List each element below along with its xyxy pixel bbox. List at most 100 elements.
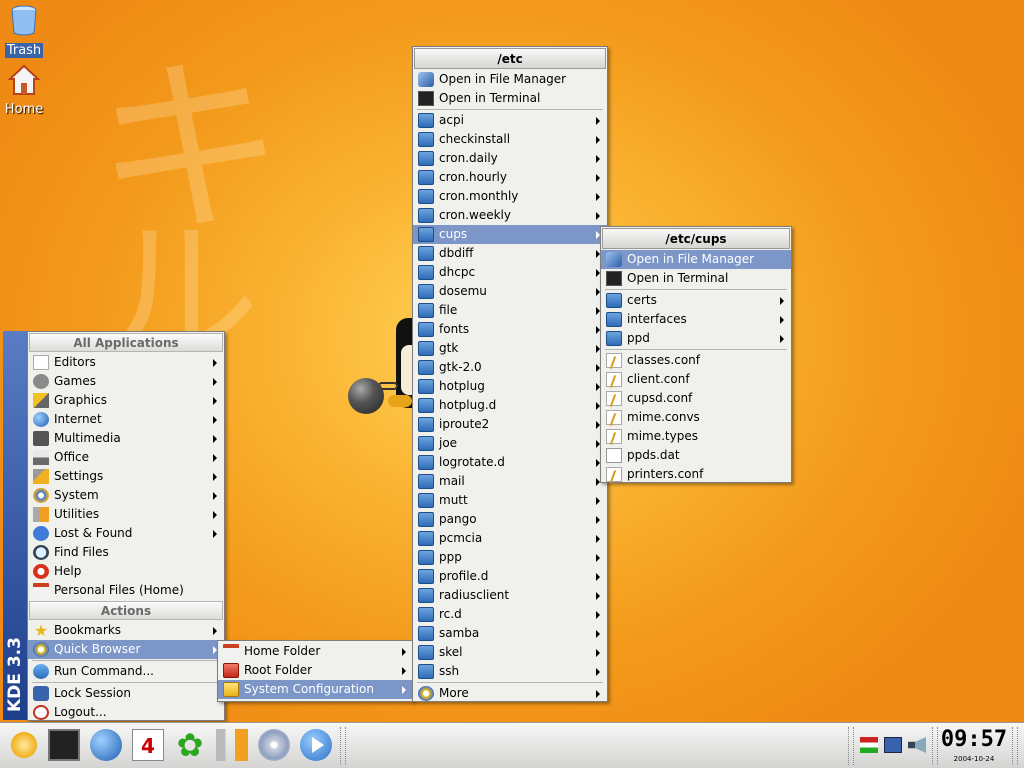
menu-label: Utilities [54, 507, 100, 521]
file-item-mime-convs[interactable]: mime.convs [601, 408, 791, 427]
panel-handle[interactable] [932, 727, 938, 765]
file-item-ppds-dat[interactable]: ppds.dat [601, 446, 791, 465]
menu-item-lost-and-found[interactable]: Lost & Found [28, 524, 224, 543]
folder-item-dbdiff[interactable]: dbdiff [413, 244, 607, 263]
panel-handle[interactable] [848, 727, 854, 765]
clock[interactable]: 09:57 [940, 727, 1008, 753]
folder-item-pcmcia[interactable]: pcmcia [413, 529, 607, 548]
folder-item-samba[interactable]: samba [413, 624, 607, 643]
folder-item-checkinstall[interactable]: checkinstall [413, 130, 607, 149]
folder-item-pango[interactable]: pango [413, 510, 607, 529]
folder-item-file[interactable]: file [413, 301, 607, 320]
folder-item-joe[interactable]: joe [413, 434, 607, 453]
submenu-arrow-icon [213, 530, 217, 538]
folder-icon [418, 341, 434, 356]
folder-item-gtk[interactable]: gtk [413, 339, 607, 358]
volume-icon[interactable] [908, 737, 926, 753]
folder-icon [418, 626, 434, 641]
submenu-arrow-icon [596, 668, 600, 676]
desktop-icon-home[interactable]: Home [0, 64, 48, 117]
menu-item-graphics[interactable]: Graphics [28, 391, 224, 410]
folder-item-cron-daily[interactable]: cron.daily [413, 149, 607, 168]
cups-open-file-manager[interactable]: Open in File Manager [601, 250, 791, 269]
folder-item-fonts[interactable]: fonts [413, 320, 607, 339]
menu-item-office[interactable]: Office [28, 448, 224, 467]
folder-item-mutt[interactable]: mutt [413, 491, 607, 510]
gamepad-icon [33, 374, 49, 389]
folder-item-dosemu[interactable]: dosemu [413, 282, 607, 301]
menu-item-system-configuration[interactable]: System Configuration [218, 680, 413, 699]
etc-open-file-manager[interactable]: Open in File Manager [413, 70, 607, 89]
etc-open-terminal[interactable]: Open in Terminal [413, 89, 607, 108]
folder-item-logrotate-d[interactable]: logrotate.d [413, 453, 607, 472]
folder-item-interfaces[interactable]: interfaces [601, 310, 791, 329]
folder-item-cups[interactable]: cups [413, 225, 607, 244]
menu-separator [32, 660, 220, 661]
submenu-arrow-icon [596, 516, 600, 524]
folder-icon [418, 189, 434, 204]
etc-more[interactable]: More [413, 684, 607, 703]
folder-item-gtk-2-0[interactable]: gtk-2.0 [413, 358, 607, 377]
menu-item-find-files[interactable]: Find Files [28, 543, 224, 562]
panel-handle[interactable] [340, 727, 346, 765]
folder-item-skel[interactable]: skel [413, 643, 607, 662]
file-manager-icon [418, 72, 434, 87]
keyboard-layout-flag-icon[interactable] [860, 737, 878, 753]
folder-item-dhcpc[interactable]: dhcpc [413, 263, 607, 282]
menu-item-bookmarks[interactable]: ★ Bookmarks [28, 621, 224, 640]
menu-item-home-folder[interactable]: Home Folder [218, 642, 413, 661]
icq-flower-launcher-icon[interactable]: ✿ [174, 729, 206, 761]
folder-item-ssh[interactable]: ssh [413, 662, 607, 681]
menu-item-quick-browser[interactable]: Quick Browser [28, 640, 224, 659]
network-monitor-icon[interactable] [884, 737, 902, 753]
submenu-arrow-icon [213, 627, 217, 635]
menu-item-settings[interactable]: Settings [28, 467, 224, 486]
konqueror-launcher-icon[interactable] [90, 729, 122, 761]
cups-open-terminal[interactable]: Open in Terminal [601, 269, 791, 288]
menu-item-personal-files[interactable]: Personal Files (Home) [28, 581, 224, 600]
desktop-icon-trash[interactable]: Trash [0, 5, 48, 58]
folder-item-ppd[interactable]: ppd [601, 329, 791, 348]
folder-item-iproute2[interactable]: iproute2 [413, 415, 607, 434]
folder-item-cron-monthly[interactable]: cron.monthly [413, 187, 607, 206]
folder-item-hotplug-d[interactable]: hotplug.d [413, 396, 607, 415]
menu-item-lock-session[interactable]: Lock Session [28, 684, 224, 703]
terminal-launcher-icon[interactable] [48, 729, 80, 761]
file-item-mime-types[interactable]: mime.types [601, 427, 791, 446]
folder-item-radiusclient[interactable]: radiusclient [413, 586, 607, 605]
media-player-launcher-icon[interactable] [300, 729, 332, 761]
file-item-client-conf[interactable]: client.conf [601, 370, 791, 389]
folder-item-hotplug[interactable]: hotplug [413, 377, 607, 396]
folder-item-rc-d[interactable]: rc.d [413, 605, 607, 624]
menu-item-root-folder[interactable]: Root Folder [218, 661, 413, 680]
menu-item-utilities[interactable]: Utilities [28, 505, 224, 524]
menu-item-logout[interactable]: Logout... [28, 703, 224, 722]
folder-item-cron-hourly[interactable]: cron.hourly [413, 168, 607, 187]
menu-item-multimedia[interactable]: Multimedia [28, 429, 224, 448]
submenu-arrow-icon [596, 497, 600, 505]
menu-item-run-command[interactable]: Run Command... [28, 662, 224, 681]
menu-item-internet[interactable]: Internet [28, 410, 224, 429]
menu-item-help[interactable]: Help [28, 562, 224, 581]
file-item-cupsd-conf[interactable]: cupsd.conf [601, 389, 791, 408]
panel-handle[interactable] [1012, 727, 1018, 765]
file-item-classes-conf[interactable]: classes.conf [601, 351, 791, 370]
folder-item-mail[interactable]: mail [413, 472, 607, 491]
k-menu-button[interactable] [8, 729, 40, 761]
folder-item-profile-d[interactable]: profile.d [413, 567, 607, 586]
file-item-printers-conf[interactable]: printers.conf [601, 465, 791, 484]
tools-launcher-icon[interactable] [216, 729, 248, 761]
menu-label: Run Command... [54, 664, 154, 678]
menu-item-games[interactable]: Games [28, 372, 224, 391]
folder-item-certs[interactable]: certs [601, 291, 791, 310]
folder-icon [418, 664, 434, 679]
cups-file-list: classes.conf client.conf cupsd.conf mime.co… [601, 351, 791, 484]
folder-item-cron-weekly[interactable]: cron.weekly [413, 206, 607, 225]
calendar-launcher-icon[interactable]: 4 [132, 729, 164, 761]
menu-item-editors[interactable]: Editors [28, 353, 224, 372]
folder-item-ppp[interactable]: ppp [413, 548, 607, 567]
cd-player-launcher-icon[interactable] [258, 729, 290, 761]
menu-item-system[interactable]: System [28, 486, 224, 505]
menu-label: printers.conf [627, 467, 704, 481]
folder-item-acpi[interactable]: acpi [413, 111, 607, 130]
